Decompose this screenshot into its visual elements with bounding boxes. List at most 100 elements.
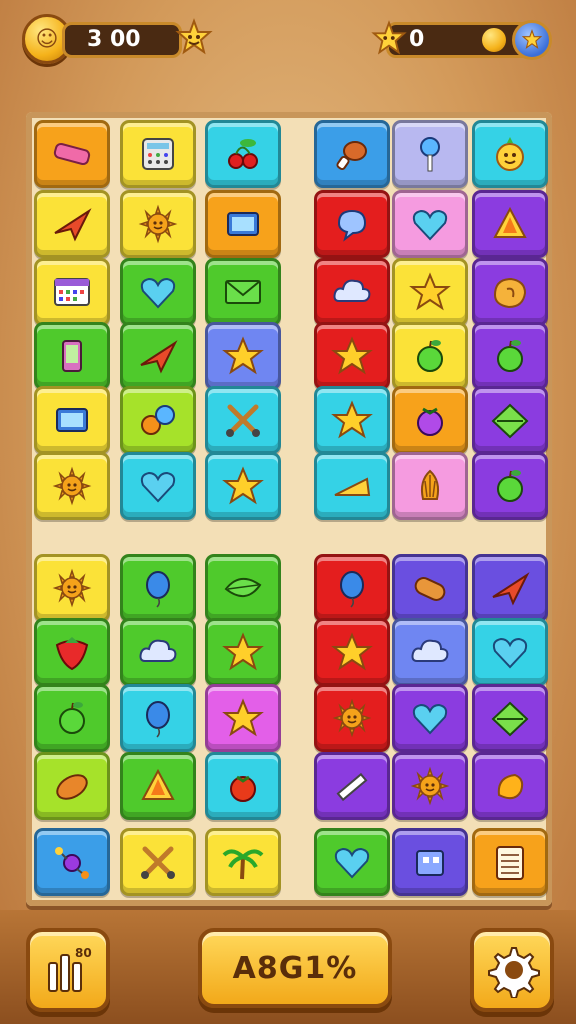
tile-balls[interactable] — [120, 386, 196, 454]
tile-apple[interactable] — [472, 452, 548, 520]
inventory-badge: 80 — [75, 946, 92, 960]
tile-mango[interactable] — [472, 752, 548, 820]
sun-face-icon — [138, 204, 178, 244]
star-icon — [222, 632, 264, 671]
tile-heart[interactable] — [314, 828, 390, 896]
tile-tablet[interactable] — [205, 190, 281, 258]
tile-paper-plane[interactable] — [472, 554, 548, 622]
tile-heart[interactable] — [472, 618, 548, 686]
tile-leaf[interactable] — [205, 554, 281, 622]
tile-diamond[interactable] — [472, 386, 548, 454]
tile-paper-plane[interactable] — [34, 190, 110, 258]
tile-sun-face[interactable] — [34, 452, 110, 520]
tile-shell[interactable] — [392, 452, 468, 520]
heart-icon — [412, 703, 448, 735]
tablet-icon — [227, 212, 259, 236]
tile-balloon[interactable] — [314, 554, 390, 622]
tile-star[interactable] — [205, 322, 281, 390]
gold-coin-icon — [482, 28, 506, 52]
tile-molecule[interactable] — [34, 828, 110, 896]
tile-paper-plane[interactable] — [120, 322, 196, 390]
tile-calculator[interactable] — [120, 120, 196, 188]
tile-cherries[interactable] — [205, 120, 281, 188]
tile-apple[interactable] — [472, 322, 548, 390]
tile-heart[interactable] — [392, 190, 468, 258]
sun-face-icon — [332, 698, 372, 738]
tile-diamond[interactable] — [472, 684, 548, 752]
tile-notebook[interactable] — [472, 828, 548, 896]
star-icon — [370, 20, 408, 58]
palm-icon — [222, 849, 264, 880]
lollipop-icon — [420, 137, 440, 172]
tile-sun-face[interactable] — [34, 554, 110, 622]
tile-heart[interactable] — [120, 258, 196, 326]
tile-star[interactable] — [205, 452, 281, 520]
tablet-icon — [56, 408, 88, 432]
tile-palm[interactable] — [205, 828, 281, 896]
paper-plane-icon — [492, 572, 530, 606]
score-display: 3 00 — [62, 22, 182, 58]
tile-eraser[interactable] — [34, 120, 110, 188]
tile-heart[interactable] — [120, 452, 196, 520]
tile-envelope[interactable] — [205, 258, 281, 326]
inventory-button[interactable]: 80 — [26, 928, 110, 1012]
tile-star[interactable] — [314, 618, 390, 686]
tile-phone[interactable] — [34, 322, 110, 390]
tile-scissors[interactable] — [205, 386, 281, 454]
tile-apple[interactable] — [34, 684, 110, 752]
tile-star[interactable] — [314, 386, 390, 454]
tile-heart[interactable] — [392, 684, 468, 752]
cloud-icon — [333, 279, 371, 302]
tile-sun-face[interactable] — [392, 752, 468, 820]
tile-star[interactable] — [392, 258, 468, 326]
tile-lollipop[interactable] — [392, 120, 468, 188]
star-icon — [222, 698, 264, 737]
tile-tablet[interactable] — [34, 386, 110, 454]
tile-pencil[interactable] — [314, 752, 390, 820]
settings-button[interactable] — [470, 928, 554, 1012]
blue-star-badge-icon[interactable] — [512, 20, 552, 60]
tile-cloud[interactable] — [314, 258, 390, 326]
main-action-button[interactable]: A8G1% — [198, 928, 392, 1008]
tile-cheese[interactable] — [314, 452, 390, 520]
bars-icon: 80 — [48, 946, 92, 992]
molecule-icon — [55, 847, 89, 879]
tile-robot[interactable] — [392, 828, 468, 896]
apple-icon — [59, 702, 85, 734]
bread-icon — [414, 577, 446, 601]
tile-fruit-face[interactable] — [472, 120, 548, 188]
star-icon — [222, 336, 264, 375]
tile-balloon[interactable] — [120, 684, 196, 752]
scissors-icon — [141, 846, 175, 879]
tile-star[interactable] — [205, 684, 281, 752]
tile-star[interactable] — [314, 322, 390, 390]
tile-sun-face[interactable] — [314, 684, 390, 752]
apple-icon — [497, 470, 523, 502]
cheese-icon — [334, 477, 371, 496]
score-value: 3 00 — [87, 27, 141, 52]
heart-icon — [492, 637, 528, 669]
tile-peanut[interactable] — [34, 752, 110, 820]
tile-cloud[interactable] — [120, 618, 196, 686]
tile-cloud[interactable] — [392, 618, 468, 686]
tile-calendar[interactable] — [34, 258, 110, 326]
tile-drumstick[interactable] — [314, 120, 390, 188]
tile-bread[interactable] — [392, 554, 468, 622]
top-hud: ☺ 3 00 0 — [0, 0, 576, 84]
main-action-label: A8G1% — [232, 950, 358, 986]
tile-grape[interactable] — [392, 386, 468, 454]
fruit-face-icon — [496, 137, 524, 171]
tile-scissors[interactable] — [120, 828, 196, 896]
tile-sun-face[interactable] — [120, 190, 196, 258]
tile-star[interactable] — [205, 618, 281, 686]
tile-cookie[interactable] — [472, 258, 548, 326]
paper-plane-icon — [54, 208, 92, 242]
tile-balloon[interactable] — [120, 554, 196, 622]
tile-triangle[interactable] — [472, 190, 548, 258]
tile-speech-cloud[interactable] — [314, 190, 390, 258]
star-icon — [331, 336, 373, 375]
tile-strawberry[interactable] — [34, 618, 110, 686]
tile-tomato[interactable] — [205, 752, 281, 820]
tile-apple[interactable] — [392, 322, 468, 390]
tile-triangle[interactable] — [120, 752, 196, 820]
